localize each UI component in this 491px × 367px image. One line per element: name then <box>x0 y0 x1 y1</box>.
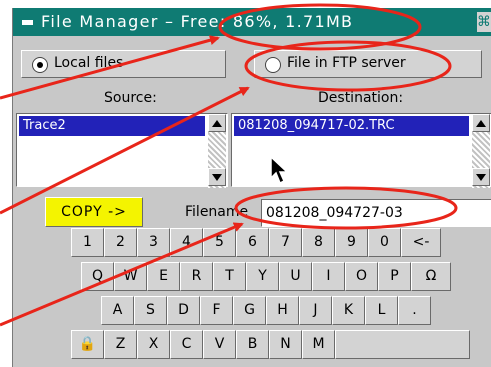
key-p[interactable]: P <box>378 262 411 291</box>
source-label: Source: <box>104 90 157 106</box>
radio-local-indicator <box>32 57 48 73</box>
destination-list-item[interactable]: 081208_094717-02.TRC <box>234 116 469 136</box>
key-omega[interactable]: Ω <box>411 262 451 291</box>
destination-label: Destination: <box>318 90 404 106</box>
radio-local-label: Local files <box>54 55 124 71</box>
window-title: File Manager – Free: 86%, 1.71MB <box>41 12 354 31</box>
key-y[interactable]: Y <box>246 262 279 291</box>
radio-local-files[interactable]: Local files <box>21 50 226 78</box>
key-period[interactable]: . <box>398 296 431 325</box>
filename-label: Filename <box>185 204 249 220</box>
triangle-up-icon <box>476 119 486 127</box>
key-q[interactable]: Q <box>81 262 114 291</box>
file-manager-window: File Manager – Free: 86%, 1.71MB ⌘ Local… <box>12 8 491 367</box>
key-5[interactable]: 5 <box>203 228 236 257</box>
key-1[interactable]: 1 <box>71 228 104 257</box>
key-6[interactable]: 6 <box>236 228 269 257</box>
radio-ftp-label: File in FTP server <box>287 55 406 71</box>
key-d[interactable]: D <box>167 296 200 325</box>
triangle-up-icon <box>212 119 222 127</box>
radio-ftp-server[interactable]: File in FTP server <box>254 50 482 78</box>
key-k[interactable]: K <box>332 296 365 325</box>
scroll-up-button[interactable] <box>472 114 490 132</box>
scroll-down-button[interactable] <box>208 168 226 186</box>
source-list[interactable]: Trace2 <box>16 113 228 188</box>
key-9[interactable]: 9 <box>335 228 368 257</box>
mouse-pointer-icon <box>270 156 289 185</box>
backspace-key[interactable]: <- <box>401 228 441 257</box>
key-l[interactable]: L <box>365 296 398 325</box>
key-h[interactable]: H <box>266 296 299 325</box>
key-r[interactable]: R <box>180 262 213 291</box>
key-o[interactable]: O <box>345 262 378 291</box>
key-n[interactable]: N <box>269 330 302 359</box>
scroll-up-button[interactable] <box>208 114 226 132</box>
key-b[interactable]: B <box>236 330 269 359</box>
key-7[interactable]: 7 <box>269 228 302 257</box>
lock-key-icon[interactable]: 🔒 <box>71 330 104 359</box>
key-e[interactable]: E <box>147 262 180 291</box>
key-c[interactable]: C <box>170 330 203 359</box>
close-icon[interactable]: ⌘ <box>477 12 491 32</box>
key-z[interactable]: Z <box>104 330 137 359</box>
key-v[interactable]: V <box>203 330 236 359</box>
key-a[interactable]: A <box>101 296 134 325</box>
filename-input[interactable]: 081208_094727-03 <box>261 199 491 227</box>
source-scrollbar[interactable] <box>208 114 226 188</box>
scroll-down-button[interactable] <box>472 168 490 186</box>
key-f[interactable]: F <box>200 296 233 325</box>
key-x[interactable]: X <box>137 330 170 359</box>
key-8[interactable]: 8 <box>302 228 335 257</box>
key-0[interactable]: 0 <box>368 228 401 257</box>
radio-selected-dot <box>37 62 43 68</box>
key-3[interactable]: 3 <box>137 228 170 257</box>
destination-scrollbar[interactable] <box>472 114 490 188</box>
key-s[interactable]: S <box>134 296 167 325</box>
source-list-item[interactable]: Trace2 <box>19 116 205 136</box>
triangle-down-icon <box>212 173 222 181</box>
key-u[interactable]: U <box>279 262 312 291</box>
copy-button[interactable]: COPY -> <box>45 197 143 227</box>
key-w[interactable]: W <box>114 262 147 291</box>
space-key[interactable] <box>335 330 470 359</box>
triangle-down-icon <box>476 173 486 181</box>
key-m[interactable]: M <box>302 330 335 359</box>
key-t[interactable]: T <box>213 262 246 291</box>
window-menu-icon[interactable] <box>22 20 33 25</box>
title-bar[interactable]: File Manager – Free: 86%, 1.71MB ⌘ <box>13 8 491 36</box>
radio-ftp-indicator <box>265 57 281 73</box>
key-4[interactable]: 4 <box>170 228 203 257</box>
key-i[interactable]: I <box>312 262 345 291</box>
key-2[interactable]: 2 <box>104 228 137 257</box>
key-g[interactable]: G <box>233 296 266 325</box>
key-j[interactable]: J <box>299 296 332 325</box>
